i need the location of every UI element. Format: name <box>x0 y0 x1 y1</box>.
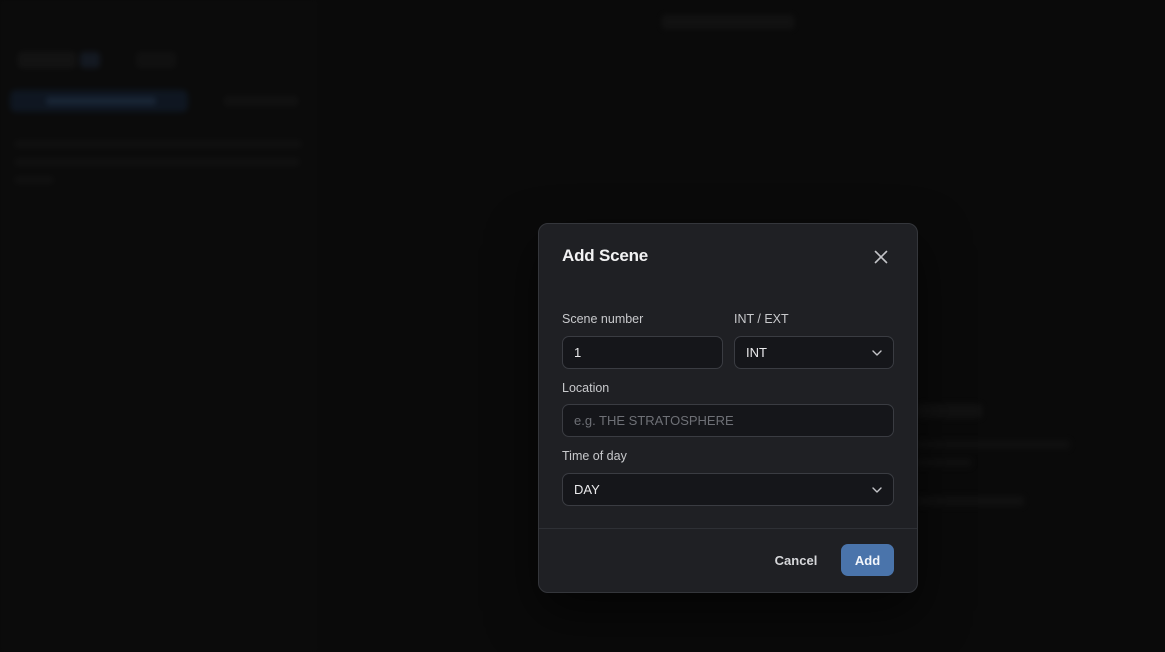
scene-number-value: 1 <box>574 345 582 360</box>
scene-number-label: Scene number <box>562 312 644 326</box>
int-ext-value: INT <box>746 345 767 360</box>
scene-number-input[interactable]: 1 <box>562 336 723 369</box>
chevron-down-icon <box>872 349 882 356</box>
dialog-title: Add Scene <box>562 246 649 265</box>
chevron-down-icon <box>872 486 882 493</box>
time-of-day-value: DAY <box>574 482 600 497</box>
close-button[interactable] <box>869 245 893 269</box>
cancel-button[interactable]: Cancel <box>763 544 829 576</box>
time-of-day-select[interactable]: DAY <box>562 473 894 506</box>
add-button[interactable]: Add <box>841 544 894 576</box>
int-ext-select[interactable]: INT <box>734 336 894 369</box>
int-ext-label: INT / EXT <box>734 312 789 326</box>
location-label: Location <box>562 381 610 395</box>
dialog-footer-divider <box>539 528 917 529</box>
time-of-day-label: Time of day <box>562 449 627 463</box>
location-input[interactable] <box>562 404 894 437</box>
close-icon <box>874 250 888 264</box>
add-scene-dialog: Add Scene Scene number 1 INT / EXT INT L… <box>538 223 918 593</box>
